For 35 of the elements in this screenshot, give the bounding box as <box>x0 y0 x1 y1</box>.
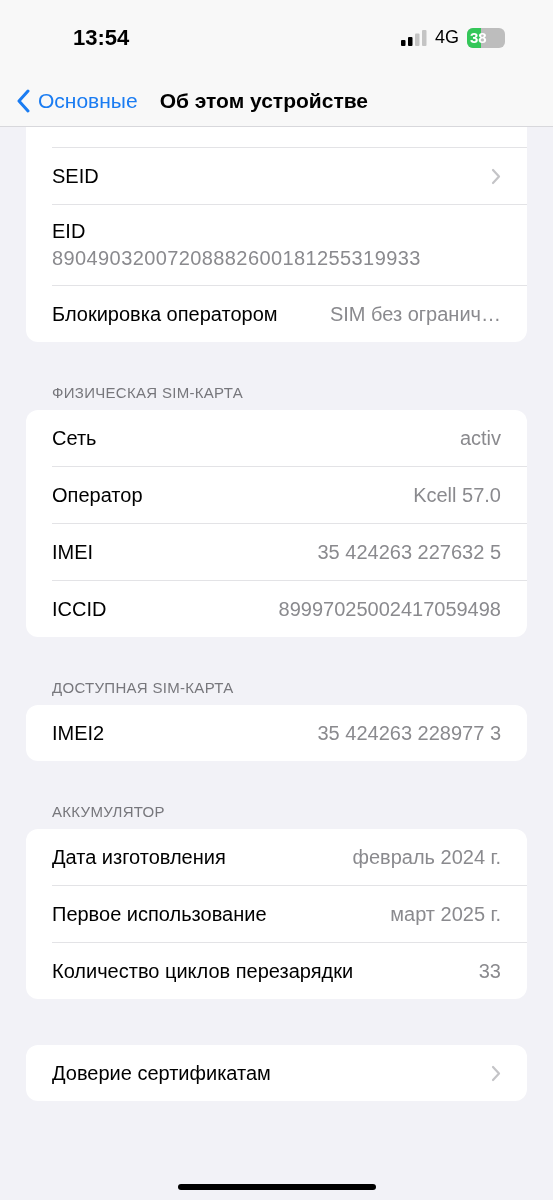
row-value: activ <box>459 426 501 450</box>
row-value: февраль 2024 г. <box>352 845 501 869</box>
row-label: Доверие сертификатам <box>52 1061 271 1085</box>
row-label: Дата изготовления <box>52 845 226 869</box>
row-value: Kcell 57.0 <box>413 483 501 507</box>
row-label: Количество циклов перезарядки <box>52 959 354 983</box>
row-label: IMEI <box>52 540 94 564</box>
row-value: 33 <box>478 959 501 983</box>
row-value: 35 424263 227632 5 <box>317 540 501 564</box>
row-value: 35 424263 228977 3 <box>317 721 501 745</box>
row-value: 89997025002417059498 <box>278 597 501 621</box>
row-value: 89049032007208882600181255319933 <box>52 247 422 270</box>
settings-row[interactable]: SEID <box>52 147 527 204</box>
signal-icon <box>401 29 427 46</box>
page-title: Об этом устройстве <box>159 88 368 113</box>
row-value: SIM без огранич… <box>329 302 501 326</box>
chevron-icon <box>491 167 501 185</box>
settings-row[interactable]: Доверие сертификатам <box>52 1045 527 1101</box>
section-header: АККУМУЛЯТОР <box>51 802 166 822</box>
row-label: Оператор <box>52 483 143 507</box>
status-time: 13:54 <box>73 24 130 51</box>
row-label: SEID <box>52 164 99 188</box>
network-type: 4G <box>435 27 459 48</box>
section-header: ДОСТУПНАЯ SIM-КАРТА <box>51 678 235 698</box>
row-label: ICCID <box>52 597 107 621</box>
row-label: EID <box>52 220 87 243</box>
back-chevron-icon <box>16 88 30 113</box>
row-value: март 2025 г. <box>390 902 501 926</box>
row-label: Первое использование <box>52 902 267 926</box>
row-label: IMEI2 <box>52 721 105 745</box>
section-header: ФИЗИЧЕСКАЯ SIM-КАРТА <box>51 383 244 403</box>
chevron-icon <box>491 1064 501 1082</box>
back-button[interactable]: Основные <box>16 88 138 113</box>
row-label: Блокировка оператором <box>52 302 278 326</box>
row-label: Сеть <box>52 426 97 450</box>
